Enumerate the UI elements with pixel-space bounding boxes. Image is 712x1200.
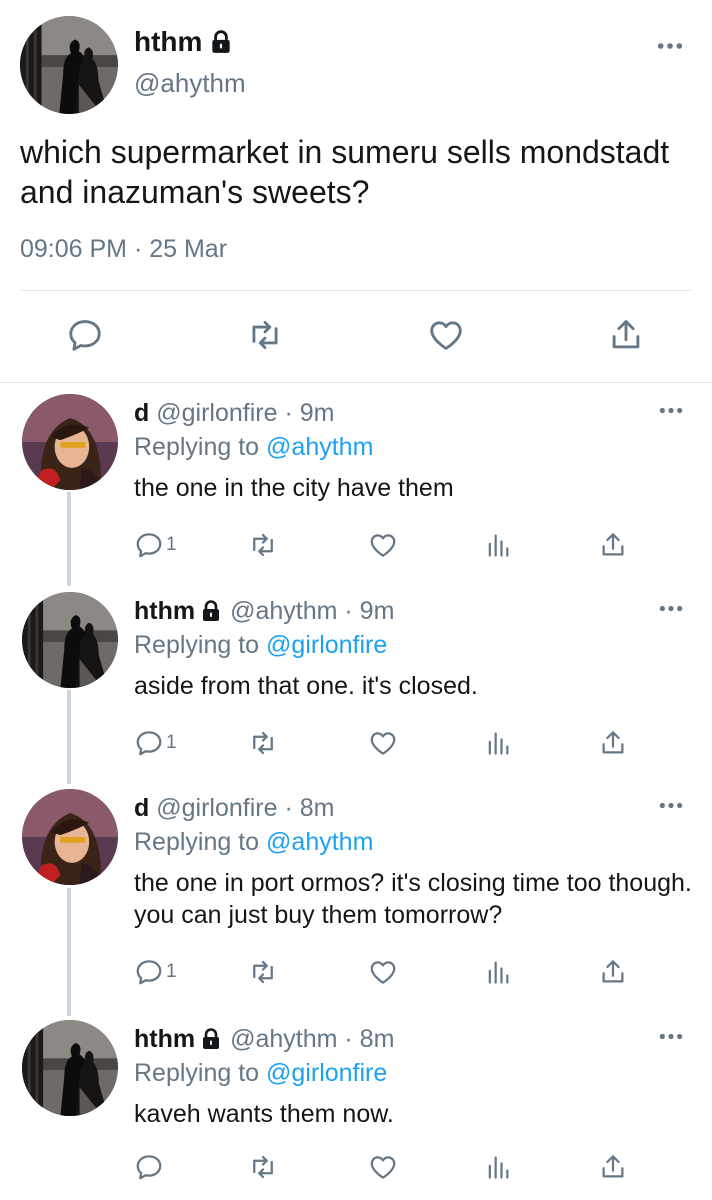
more-icon[interactable]	[658, 801, 684, 810]
reply-header: d @girlonfire · 9m	[134, 398, 334, 428]
relative-time[interactable]: · 9m	[344, 596, 394, 626]
reply-button[interactable]: 1	[134, 957, 177, 987]
retweet-icon[interactable]	[248, 728, 278, 758]
reply-tweet[interactable]: hthm @ahythm · 9m Replying to @girlonfir…	[0, 592, 712, 782]
share-icon[interactable]	[607, 316, 645, 354]
replying-to-label: Replying to	[134, 1059, 260, 1087]
divider	[20, 290, 692, 291]
retweet-icon[interactable]	[248, 957, 278, 987]
reply-button[interactable]: 1	[134, 530, 177, 560]
display-name[interactable]: hthm	[134, 596, 195, 626]
like-icon[interactable]	[427, 316, 465, 354]
reply-count: 1	[166, 732, 177, 753]
display-name[interactable]: d	[134, 793, 149, 823]
like-icon[interactable]	[368, 957, 398, 987]
reply-tweet[interactable]: hthm @ahythm · 8m Replying to @girlonfir…	[0, 1020, 712, 1200]
relative-time[interactable]: · 9m	[284, 398, 334, 428]
retweet-icon[interactable]	[248, 530, 278, 560]
main-tweet: hthm @ahythm which supermarket in sumeru…	[0, 0, 712, 382]
reply-text: aside from that one. it's closed.	[134, 672, 478, 700]
lock-icon	[199, 1027, 223, 1051]
timestamp[interactable]: 09:06 PM · 25 Mar	[20, 234, 227, 264]
replying-to-handle[interactable]: @girlonfire	[266, 1059, 387, 1087]
avatar[interactable]	[20, 16, 118, 114]
replying-to: Replying to @ahythm	[134, 432, 373, 462]
avatar[interactable]	[22, 789, 118, 885]
reply-header: hthm @ahythm · 8m	[134, 1024, 394, 1054]
handle[interactable]: @girlonfire	[156, 398, 277, 428]
replying-to-label: Replying to	[134, 433, 260, 461]
reply-count: 1	[166, 534, 177, 555]
more-icon[interactable]	[658, 406, 684, 415]
share-icon[interactable]	[598, 728, 628, 758]
reply-button[interactable]	[134, 1152, 166, 1182]
relative-time[interactable]: · 8m	[344, 1024, 394, 1054]
handle[interactable]: @ahythm	[230, 596, 337, 626]
handle[interactable]: @girlonfire	[156, 793, 277, 823]
stats-icon[interactable]	[484, 530, 512, 560]
stats-icon[interactable]	[484, 957, 512, 987]
author-name-row[interactable]: hthm	[134, 26, 234, 58]
avatar[interactable]	[22, 592, 118, 688]
display-name[interactable]: d	[134, 398, 149, 428]
like-icon[interactable]	[368, 530, 398, 560]
reply-button[interactable]: 1	[134, 728, 177, 758]
replying-to: Replying to @ahythm	[134, 827, 373, 857]
tweet-text: which supermarket in sumeru sells mondst…	[20, 134, 670, 210]
reply-tweet[interactable]: d @girlonfire · 9m Replying to @ahythm t…	[0, 394, 712, 584]
more-icon[interactable]	[658, 604, 684, 613]
reply-icon[interactable]	[134, 530, 164, 560]
lock-icon	[199, 599, 223, 623]
divider	[0, 382, 712, 383]
stats-icon[interactable]	[484, 728, 512, 758]
like-icon[interactable]	[368, 728, 398, 758]
replying-to-handle[interactable]: @ahythm	[266, 828, 373, 856]
reply-text: the one in port ormos? it's closing time…	[134, 869, 692, 929]
replying-to: Replying to @girlonfire	[134, 1058, 387, 1088]
share-icon[interactable]	[598, 1152, 628, 1182]
lock-icon	[208, 29, 234, 55]
like-icon[interactable]	[368, 1152, 398, 1182]
reply-icon[interactable]	[134, 728, 164, 758]
reply-count: 1	[166, 961, 177, 982]
share-icon[interactable]	[598, 530, 628, 560]
reply-header: d @girlonfire · 8m	[134, 793, 334, 823]
replying-to-handle[interactable]: @ahythm	[266, 433, 373, 461]
handle[interactable]: @ahythm	[134, 68, 246, 98]
reply-text: the one in the city have them	[134, 474, 454, 502]
reply-header: hthm @ahythm · 9m	[134, 596, 394, 626]
stats-icon[interactable]	[484, 1152, 512, 1182]
share-icon[interactable]	[598, 957, 628, 987]
replying-to-label: Replying to	[134, 631, 260, 659]
replying-to-handle[interactable]: @girlonfire	[266, 631, 387, 659]
display-name[interactable]: hthm	[134, 26, 202, 58]
avatar[interactable]	[22, 394, 118, 490]
replying-to-label: Replying to	[134, 828, 260, 856]
more-icon[interactable]	[658, 1032, 684, 1041]
relative-time[interactable]: · 8m	[284, 793, 334, 823]
handle[interactable]: @ahythm	[230, 1024, 337, 1054]
reply-icon[interactable]	[66, 316, 104, 354]
avatar[interactable]	[22, 1020, 118, 1116]
replying-to: Replying to @girlonfire	[134, 630, 387, 660]
reply-text: kaveh wants them now.	[134, 1100, 394, 1128]
reply-icon[interactable]	[134, 957, 164, 987]
reply-tweet[interactable]: d @girlonfire · 8m Replying to @ahythm t…	[0, 789, 712, 1011]
reply-icon[interactable]	[134, 1152, 164, 1182]
retweet-icon[interactable]	[248, 1152, 278, 1182]
display-name[interactable]: hthm	[134, 1024, 195, 1054]
more-icon[interactable]	[656, 41, 684, 51]
retweet-icon[interactable]	[246, 316, 284, 354]
